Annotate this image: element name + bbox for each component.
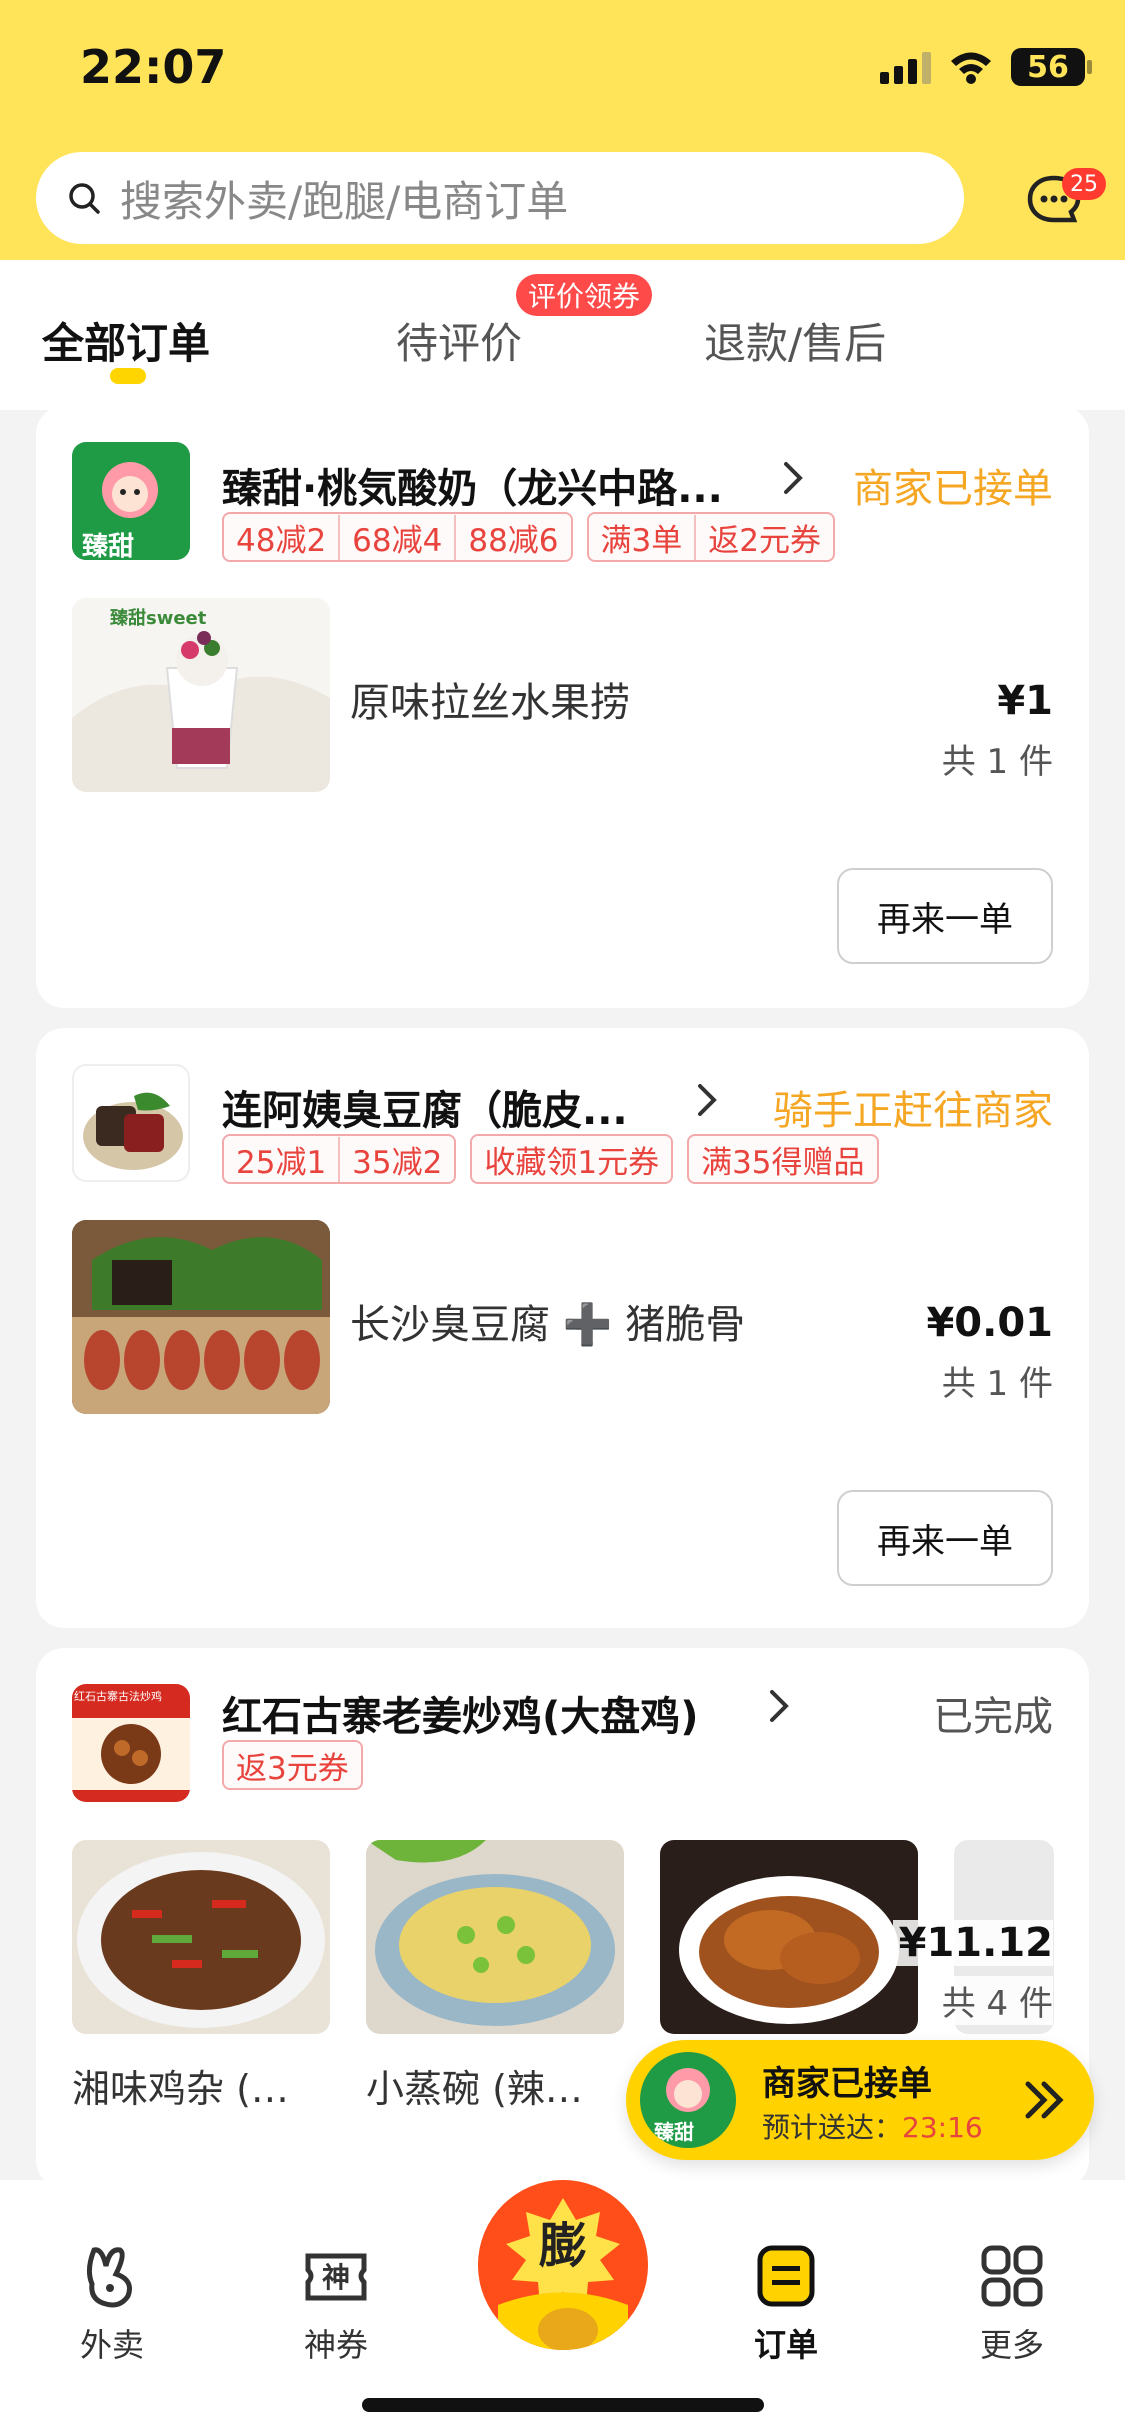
nav-label: 订单 — [753, 2326, 818, 2364]
product-image[interactable]: 臻甜sweet — [72, 598, 330, 792]
nav-takeout[interactable]: 外卖 — [42, 2240, 182, 2366]
double-chevron-icon — [1025, 2081, 1064, 2119]
item-count: 共 1 件 — [941, 1364, 1053, 1404]
thumb-label: 小蒸碗 (辣… — [366, 2067, 583, 2111]
review-coupon-badge: 评价领券 — [516, 274, 653, 316]
product-image-brand: 臻甜sweet — [110, 608, 207, 629]
floating-logo-text: 臻甜 — [654, 2120, 694, 2144]
promo-tag: 收藏领1元券 — [470, 1134, 674, 1184]
order-card[interactable]: 臻甜 臻甜·桃気酸奶（龙兴中路... 商家已接单 48减2 68减4 88减6 满3… — [36, 406, 1089, 1008]
order-status: 已完成 — [933, 1694, 1053, 1740]
chicken-giblets-image — [77, 1852, 325, 2028]
home-indicator — [362, 2398, 764, 2412]
floating-shop-logo: 臻甜 — [640, 2052, 736, 2148]
shop-name[interactable]: 连阿姨臭豆腐（脆皮... — [222, 1078, 628, 1136]
nav-more[interactable]: 更多 — [942, 2240, 1082, 2366]
signal-icon — [880, 50, 931, 84]
svg-text:神: 神 — [322, 2261, 350, 2294]
nav-coupons[interactable]: 神 神券 — [266, 2240, 406, 2366]
promo-tags: 返3元券 — [222, 1740, 363, 1790]
svg-text:膨: 膨 — [539, 2218, 587, 2274]
status-icons: 56 — [880, 48, 1092, 86]
product-thumb[interactable] — [366, 1840, 624, 2034]
promo-tag: 满35得赠品 — [687, 1134, 879, 1184]
tab-to-review[interactable]: 待评价 — [396, 310, 522, 371]
wifi-icon — [951, 52, 991, 84]
order-status: 商家已接单 — [853, 466, 1053, 512]
product-thumb[interactable] — [72, 1840, 330, 2034]
center-promo-icon: 膨 — [478, 2180, 648, 2350]
shop-logo-text: 红石古寨古法炒鸡 — [74, 1690, 162, 1703]
promo-tag: 48减2 68减4 88减6 — [222, 512, 573, 562]
item-count: 共 1 件 — [941, 742, 1053, 782]
steamed-bowl-image — [366, 1840, 615, 2026]
order-status: 骑手正赶往商家 — [773, 1088, 1053, 1134]
promo-tag: 满3单 返2元券 — [586, 512, 835, 562]
braised-drumstick-image — [679, 1876, 899, 2024]
orders-icon — [757, 2245, 815, 2307]
search-icon — [69, 183, 100, 214]
item-count: 共 4 件 — [935, 1976, 1053, 2025]
tofu-logo-art — [83, 1092, 183, 1170]
thumb-label: 湘味鸡杂 (… — [72, 2067, 289, 2111]
center-promo-button[interactable]: 膨 — [478, 2180, 648, 2350]
tab-indicator — [110, 368, 146, 384]
coupon-icon: 神 — [305, 2253, 367, 2301]
shop-name[interactable]: 臻甜·桃気酸奶（龙兴中路... — [222, 456, 723, 514]
chevron-right-icon — [784, 462, 803, 494]
shop-logo: 臻甜 — [72, 442, 190, 560]
message-badge: 25 — [1062, 168, 1106, 200]
floating-title: 商家已接单 — [762, 2064, 932, 2104]
status-time: 22:07 — [80, 40, 227, 94]
promo-tags: 25减1 35减2 收藏领1元券 满35得赠品 — [222, 1134, 879, 1184]
chevron-right-icon — [770, 1690, 789, 1722]
battery-icon: 56 — [1011, 48, 1092, 86]
tab-refund[interactable]: 退款/售后 — [704, 310, 886, 371]
takeout-icon — [86, 2247, 132, 2308]
order-card[interactable]: 连阿姨臭豆腐（脆皮... 骑手正赶往商家 25减1 35减2 收藏领1元券 满35… — [36, 1028, 1089, 1628]
nav-label: 外卖 — [79, 2326, 144, 2364]
search-placeholder: 搜索外卖/跑腿/电商订单 — [120, 176, 569, 226]
product-name: 长沙臭豆腐 ➕ 猪脆骨 — [350, 1302, 746, 1348]
tab-all-orders[interactable]: 全部订单 — [42, 310, 210, 371]
product-name: 原味拉丝水果捞 — [350, 680, 630, 726]
product-image[interactable] — [72, 1220, 330, 1414]
shop-logo — [72, 1064, 190, 1182]
floating-eta: 预计送达：23:16 — [762, 2111, 983, 2144]
shop-name[interactable]: 红石古寨老姜炒鸡(大盘鸡) — [222, 1684, 699, 1742]
shop-logo-text: 臻甜 — [82, 532, 135, 560]
order-price: ¥11.12 — [892, 1920, 1053, 1966]
shop-logo: 红石古寨古法炒鸡 — [72, 1684, 190, 1802]
floating-order-status[interactable]: 臻甜 商家已接单 预计送达：23:16 — [626, 2040, 1094, 2160]
tofu-skewers-image — [72, 1220, 330, 1414]
order-price: ¥1 — [997, 678, 1053, 724]
promo-tag: 25减1 35减2 — [222, 1134, 457, 1184]
search-bar[interactable]: 搜索外卖/跑腿/电商订单 — [36, 152, 964, 244]
nav-label: 更多 — [979, 2326, 1044, 2364]
order-tabs: 全部订单 待评价 评价领券 退款/售后 — [0, 260, 1125, 410]
reorder-button[interactable]: 再来一单 — [837, 1490, 1053, 1586]
nav-label: 神券 — [303, 2326, 368, 2364]
order-price: ¥0.01 — [926, 1300, 1053, 1346]
reorder-button[interactable]: 再来一单 — [837, 868, 1053, 964]
product-thumb[interactable] — [660, 1840, 918, 2034]
promo-tags: 48减2 68减4 88减6 满3单 返2元券 — [222, 512, 835, 562]
header: 22:07 56 搜索外卖/跑腿/电商订单 25 — [0, 0, 1125, 260]
chevron-right-icon — [698, 1084, 717, 1116]
nav-orders[interactable]: 订单 — [716, 2240, 856, 2366]
promo-tag: 返3元券 — [222, 1740, 363, 1790]
more-icon — [981, 2245, 1043, 2307]
